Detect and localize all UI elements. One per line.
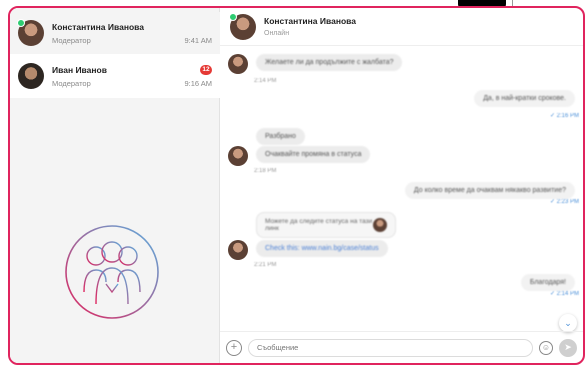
avatar[interactable] [229,12,256,40]
conversation-item[interactable]: Иван Иванов Модератор 12 9:16 AM [10,54,220,98]
message-outgoing: До колко време да очаквам някакво развит… [404,182,575,199]
chat-panel: Константина Иванова Онлайн Желаете ли да… [220,8,583,363]
contact-name: Константина Иванова [52,21,144,32]
message-bubble: До колко време да очаквам някакво развит… [404,182,575,199]
message-time: ✓ 2:23 PM [549,199,579,205]
message-incoming: Разбрано [256,128,305,145]
message-incoming: Очаквайте промяна в статуса [228,146,371,166]
message-time-value: 2:14 PM [556,291,579,297]
message-bubble: Да, в най-кратки срокове. [474,90,575,107]
quoted-message[interactable]: Можете да следите статуса на тази линк [256,212,396,238]
message-time: 2:18 PM [254,168,277,174]
message-time: ✓ 2:14 PM [549,291,579,297]
message-incoming: Желаете ли да продължите с жалбата? [228,54,403,74]
send-button[interactable]: ➤ [559,338,577,357]
app-window: Константина Иванова Модератор 9:41 AM Ив… [8,6,585,365]
message-outgoing: Да, в най-кратки срокове. [474,90,575,107]
message-input[interactable] [248,338,533,357]
message-time: 2:21 PM [254,262,277,268]
message-time: 2:14 PM [254,78,277,84]
conversation-info: Константина Иванова Модератор [52,22,184,45]
message-time: ✓ 2:16 PM [549,113,579,119]
chat-status: Онлайн [264,30,290,37]
message-bubble: Желаете ли да продължите с жалбата? [256,54,403,71]
conversation-meta: 9:41 AM [184,22,212,45]
contact-role: Модератор [52,78,91,88]
message-bubble: Благодаря! [520,274,575,291]
message-bubble: Разбрано [256,128,305,145]
chevron-down-icon: ⌄ [564,317,572,328]
scroll-down-button[interactable]: ⌄ [559,314,577,332]
avatar [228,146,248,166]
avatar [228,54,248,74]
message-incoming: Check this: www.nain.bg/case/status [228,240,388,260]
conversation-time: 9:16 AM [184,78,212,88]
brand-logo-icon [65,225,159,319]
quoted-text: Можете да следите статуса на тази линк [265,218,373,232]
online-indicator [17,19,25,27]
contact-name: Иван Иванов [52,64,107,75]
conversation-list: Константина Иванова Модератор 9:41 AM Ив… [10,8,220,363]
chat-header: Константина Иванова Онлайн [220,8,583,46]
avatar [17,19,44,46]
message-quote: Можете да следите статуса на тази линк [256,212,396,238]
message-link[interactable]: Check this: www.nain.bg/case/status [256,240,388,257]
conversation-info: Иван Иванов Модератор [52,65,184,88]
message-time-value: 2:23 PM [556,199,579,205]
contact-role: Модератор [52,35,91,45]
conversation-time: 9:41 AM [184,35,212,45]
message-time-value: 2:16 PM [556,113,579,119]
plus-circle-icon[interactable]: + [226,339,242,356]
conversation-meta: 12 9:16 AM [184,64,212,88]
unread-badge: 12 [200,64,212,75]
chat-header-info: Константина Иванова Онлайн [264,16,356,37]
message-composer: + ☺ ➤ [220,331,583,363]
message-outgoing: Благодаря! [520,274,575,291]
chat-title: Константина Иванова [264,16,356,26]
screen: Константина Иванова Модератор 9:41 AM Ив… [0,0,585,365]
send-icon: ➤ [564,342,572,352]
online-indicator [229,12,237,21]
emoji-icon[interactable]: ☺ [539,340,553,355]
conversation-item[interactable]: Константина Иванова Модератор 9:41 AM [10,12,220,54]
avatar [373,218,387,232]
message-bubble: Очаквайте промяна в статуса [256,146,371,163]
message-list: Желаете ли да продължите с жалбата? 2:14… [220,46,583,331]
avatar [228,240,248,260]
avatar [18,63,44,89]
